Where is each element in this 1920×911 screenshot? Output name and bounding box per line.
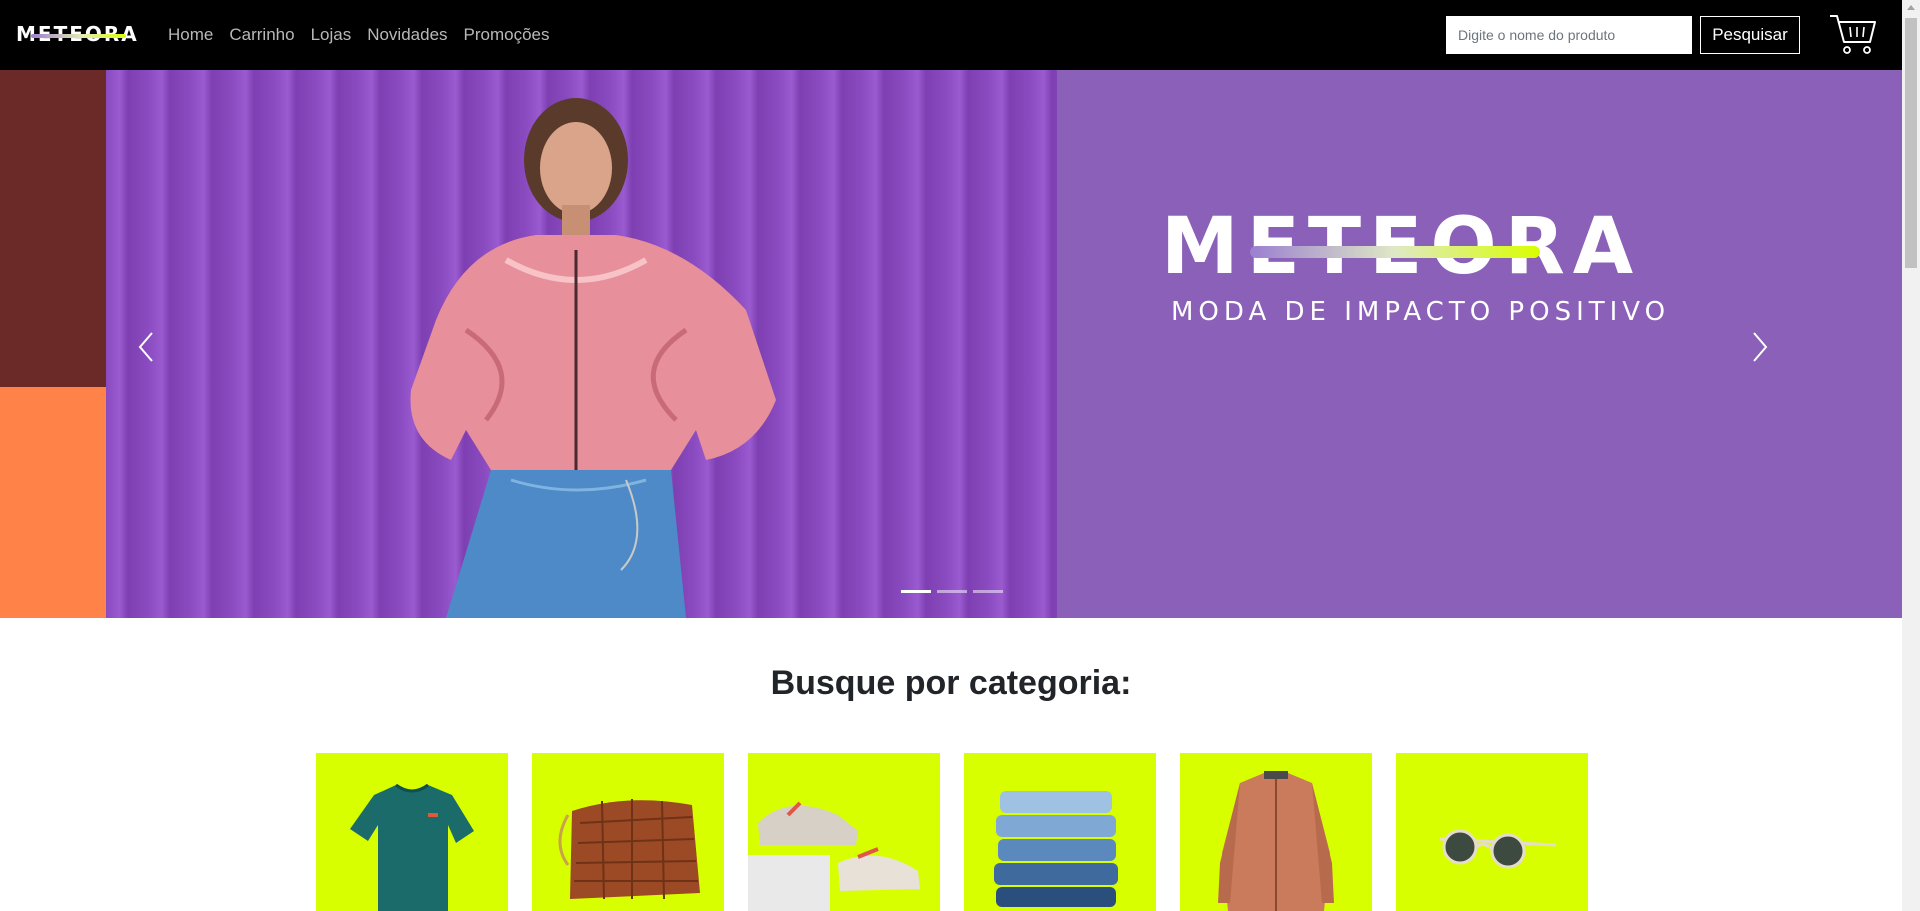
nav-links: Home Carrinho Lojas Novidades Promoções [168, 25, 550, 45]
nav-link-home[interactable]: Home [168, 25, 213, 45]
hero-model-photo [106, 70, 1057, 618]
page: METEORA Home Carrinho Lojas Novidades Pr… [0, 0, 1920, 911]
carousel-indicators [901, 590, 1003, 593]
carousel-indicator-1[interactable] [901, 590, 931, 593]
sunglasses-icon [1439, 829, 1557, 869]
category-card-tshirt[interactable] [316, 753, 508, 911]
category-card-jeans[interactable] [964, 753, 1156, 911]
category-card-sunglasses[interactable] [1396, 753, 1588, 911]
jacket-icon [1218, 771, 1334, 911]
scrollbar-thumb[interactable] [1905, 18, 1917, 268]
banner-brand-bar [1250, 246, 1540, 258]
side-block-orange [0, 387, 106, 618]
sneaker-icon [748, 801, 920, 911]
category-card-sneakers[interactable] [748, 753, 940, 911]
side-block-dark-red [0, 70, 106, 387]
carousel-indicator-2[interactable] [937, 590, 967, 593]
carousel-indicator-3[interactable] [973, 590, 1003, 593]
chevron-right-icon [1753, 332, 1768, 362]
tshirt-icon [350, 783, 474, 911]
navbar: METEORA Home Carrinho Lojas Novidades Pr… [0, 0, 1902, 70]
brand-logo-bar [31, 34, 126, 38]
search-input[interactable] [1446, 16, 1692, 54]
chevron-left-icon [138, 332, 153, 362]
nav-link-promocoes[interactable]: Promoções [464, 25, 550, 45]
category-section-title: Busque por categoria: [770, 664, 1132, 702]
category-card-bag[interactable] [532, 753, 724, 911]
nav-link-carrinho[interactable]: Carrinho [229, 25, 294, 45]
cart-icon[interactable] [1828, 12, 1878, 56]
scroll-up-arrow-icon[interactable] [1902, 0, 1920, 16]
nav-link-lojas[interactable]: Lojas [311, 25, 352, 45]
nav-link-novidades[interactable]: Novidades [367, 25, 447, 45]
hero-carousel [106, 70, 1902, 618]
banner-tagline: MODA DE IMPACTO POSITIVO [1171, 297, 1671, 327]
carousel-next-button[interactable] [1740, 322, 1780, 372]
carousel-prev-button[interactable] [126, 322, 166, 372]
jeans-icon [994, 791, 1118, 907]
category-card-jacket[interactable] [1180, 753, 1372, 911]
search-button[interactable]: Pesquisar [1700, 16, 1800, 54]
bag-icon [558, 799, 700, 900]
